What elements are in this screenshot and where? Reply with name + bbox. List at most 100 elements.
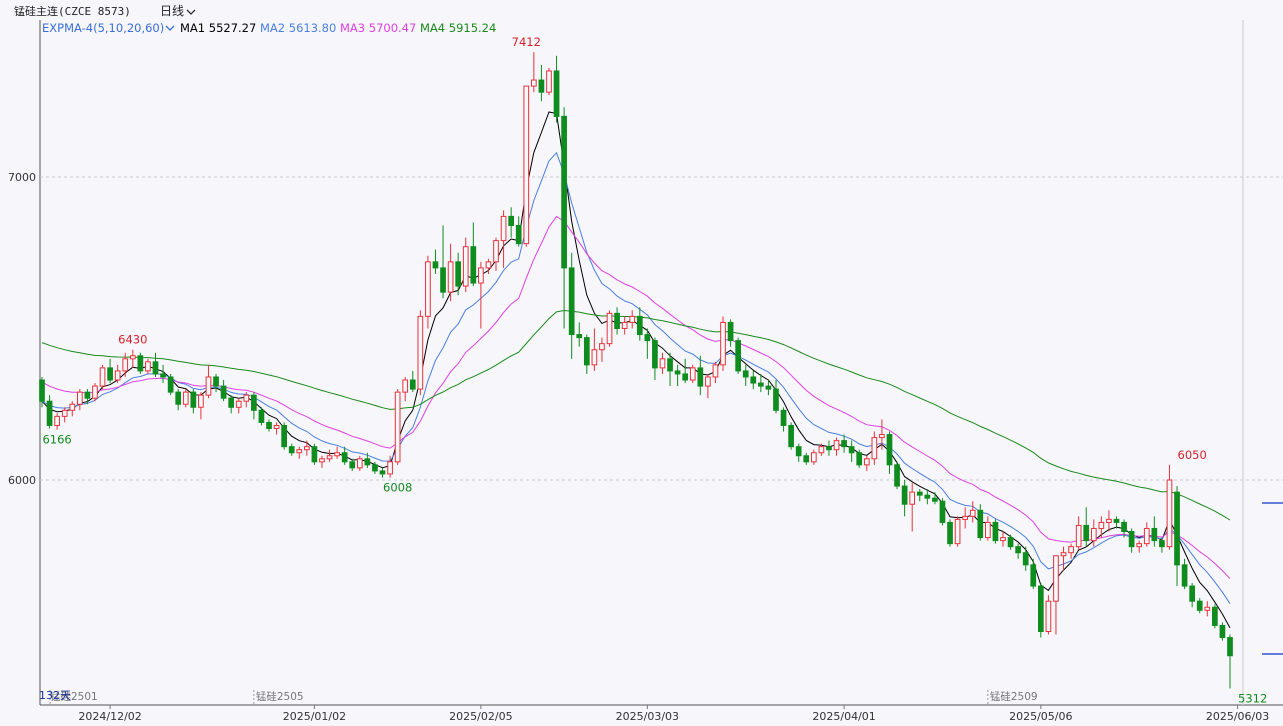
candle-body[interactable] (296, 449, 303, 454)
candle-body[interactable] (311, 446, 318, 463)
candle-body[interactable] (591, 349, 598, 366)
candle-body[interactable] (447, 261, 454, 293)
candle-body[interactable] (863, 458, 870, 466)
candle-body[interactable] (841, 440, 847, 448)
candle-body[interactable] (84, 391, 91, 399)
candle-body[interactable] (258, 409, 265, 423)
candle-body[interactable] (621, 321, 628, 330)
candle-body[interactable] (795, 446, 802, 457)
candle-body[interactable] (674, 370, 681, 375)
candle-body[interactable] (205, 376, 212, 396)
candle-body[interactable] (985, 521, 991, 539)
candle-body[interactable] (1121, 521, 1127, 533)
candle-body[interactable] (810, 452, 817, 463)
candle-body[interactable] (251, 394, 257, 411)
candle-body[interactable] (485, 261, 492, 269)
candle-body[interactable] (145, 361, 151, 372)
candle-body[interactable] (765, 385, 772, 390)
candle-body[interactable] (599, 343, 605, 351)
candle-body[interactable] (1090, 527, 1097, 542)
candle-body[interactable] (727, 321, 734, 342)
candle-body[interactable] (1159, 540, 1165, 548)
candle-body[interactable] (69, 403, 76, 411)
candle-body[interactable] (478, 267, 484, 284)
candle-body[interactable] (1106, 518, 1112, 523)
candle-body[interactable] (962, 515, 969, 520)
candle-body[interactable] (939, 500, 946, 523)
candle-body[interactable] (954, 518, 961, 545)
candle-body[interactable] (576, 334, 583, 339)
candle-body[interactable] (947, 521, 953, 545)
candle-body[interactable] (886, 434, 893, 466)
candle-body[interactable] (667, 358, 673, 372)
candle-body[interactable] (341, 452, 348, 463)
candle-body[interactable] (1098, 521, 1105, 529)
candle-body[interactable] (735, 340, 741, 372)
candle-body[interactable] (137, 355, 144, 372)
candle-body[interactable] (992, 521, 999, 542)
candle-body[interactable] (682, 373, 689, 381)
candlestick-chart[interactable]: 7000 6000 2024/12/02 2025/01/02 2025/02/05 20… (0, 0, 1283, 726)
candle-body[interactable] (500, 215, 507, 242)
candle-body[interactable] (167, 376, 174, 393)
candle-body[interactable] (818, 446, 825, 454)
candle-body[interactable] (394, 391, 401, 463)
candle-body[interactable] (1075, 524, 1082, 548)
candle-body[interactable] (319, 458, 325, 463)
candle-body[interactable] (1196, 600, 1203, 611)
candle-body[interactable] (326, 455, 333, 460)
candle-body[interactable] (1204, 606, 1211, 611)
candle-body[interactable] (76, 391, 83, 405)
candle-body[interactable] (235, 400, 242, 408)
candle-body[interactable] (114, 370, 121, 381)
candle-body[interactable] (561, 115, 567, 269)
candle-body[interactable] (455, 261, 462, 287)
candle-body[interactable] (879, 434, 885, 439)
candle-body[interactable] (273, 424, 280, 429)
candle-body[interactable] (432, 261, 439, 269)
candle-body[interactable] (523, 85, 530, 245)
candle-body[interactable] (531, 79, 537, 87)
candle-body[interactable] (462, 246, 469, 287)
candle-body[interactable] (1128, 531, 1135, 548)
candle-body[interactable] (356, 458, 363, 469)
candle-body[interactable] (788, 424, 794, 448)
candle-body[interactable] (606, 312, 613, 345)
candle-body[interactable] (152, 361, 159, 375)
candle-body[interactable] (659, 358, 666, 369)
candle-body[interactable] (833, 440, 840, 451)
candle-body[interactable] (387, 461, 393, 475)
candle-body[interactable] (583, 337, 590, 366)
candle-body[interactable] (1143, 527, 1150, 545)
candle-body[interactable] (372, 464, 378, 472)
candle-body[interactable] (977, 509, 984, 539)
candle-body[interactable] (909, 491, 916, 505)
candle-body[interactable] (379, 470, 386, 475)
candle-body[interactable] (1212, 606, 1218, 626)
candle-body[interactable] (871, 437, 878, 460)
candle-body[interactable] (773, 388, 779, 411)
candle-body[interactable] (243, 394, 250, 402)
candle-body[interactable] (758, 382, 764, 387)
candle-body[interactable] (1053, 555, 1059, 602)
candle-body[interactable] (182, 391, 189, 405)
candle-body[interactable] (1037, 585, 1044, 632)
candle-body[interactable] (1015, 546, 1021, 554)
candle-body[interactable] (1151, 527, 1158, 542)
candle-body[interactable] (1113, 518, 1120, 523)
candle-body[interactable] (1083, 524, 1090, 542)
candle-body[interactable] (1000, 537, 1006, 542)
candle-body[interactable] (705, 376, 711, 387)
candle-body[interactable] (160, 373, 166, 378)
candle-body[interactable] (932, 497, 938, 502)
candle-body[interactable] (1045, 600, 1052, 633)
candle-body[interactable] (568, 267, 575, 336)
candle-body[interactable] (107, 367, 113, 381)
candle-body[interactable] (742, 370, 749, 378)
candle-body[interactable] (1174, 491, 1180, 566)
candle-body[interactable] (969, 509, 976, 517)
candle-body[interactable] (122, 358, 129, 372)
candle-body[interactable] (198, 394, 204, 408)
candle-body[interactable] (1068, 546, 1074, 554)
candle-body[interactable] (228, 397, 235, 408)
